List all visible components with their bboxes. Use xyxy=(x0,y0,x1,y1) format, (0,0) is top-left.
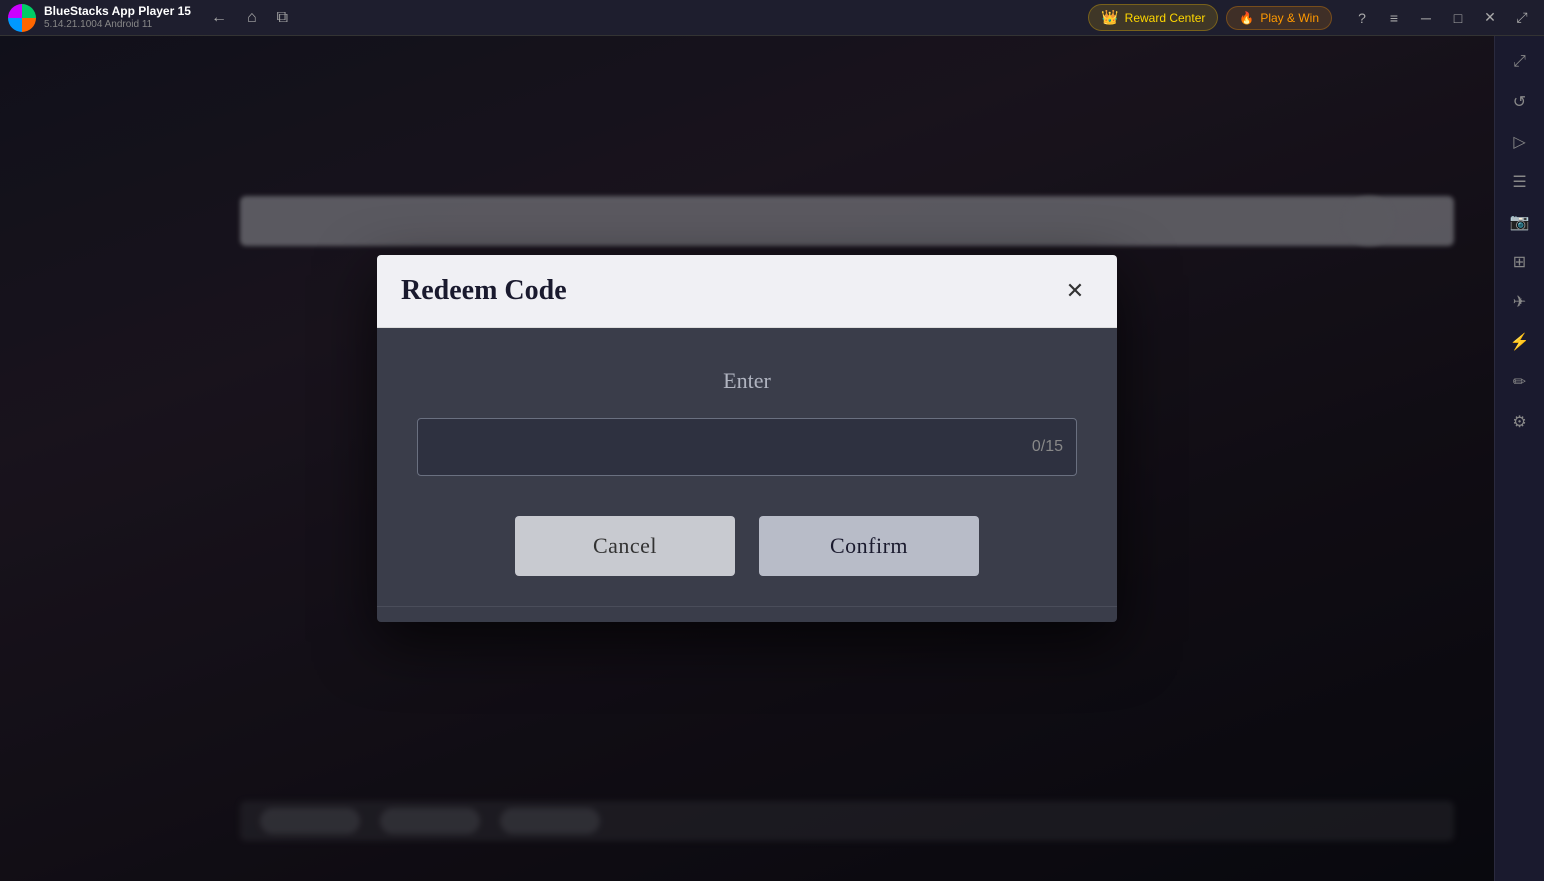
right-sidebar: ⤢ ↺ ▷ ☰ 📷 ⊞ ✈ ⚡ ✏ ⚙ xyxy=(1494,36,1544,881)
sidebar-rotate-icon[interactable]: ↺ xyxy=(1502,84,1538,120)
menu-button[interactable]: ≡ xyxy=(1380,4,1408,32)
back-icon[interactable]: ← xyxy=(207,5,231,31)
nav-buttons: ← ⌂ ⧉ xyxy=(207,5,292,31)
input-container: 0/15 xyxy=(417,418,1077,476)
modal-footer xyxy=(377,606,1117,622)
modal-body: Enter 0/15 Cancel Confirm xyxy=(377,328,1117,606)
enter-label: Enter xyxy=(417,368,1077,394)
confirm-button[interactable]: Confirm xyxy=(759,516,979,576)
modal-header: Redeem Code ✕ xyxy=(377,255,1117,328)
redeem-code-input[interactable] xyxy=(417,418,1077,476)
cancel-button[interactable]: Cancel xyxy=(515,516,735,576)
help-button[interactable]: ? xyxy=(1348,4,1376,32)
reward-center-label: Reward Center xyxy=(1125,11,1206,25)
copy-icon[interactable]: ⧉ xyxy=(273,5,292,31)
app-name: BlueStacks App Player 15 xyxy=(44,4,191,18)
minimize-button[interactable]: ─ xyxy=(1412,4,1440,32)
close-icon: ✕ xyxy=(1066,278,1084,304)
play-win-button[interactable]: 🔥 Play & Win xyxy=(1226,6,1332,30)
fire-icon: 🔥 xyxy=(1239,11,1254,25)
redeem-code-modal: Redeem Code ✕ Enter 0/15 Cancel Confirm xyxy=(377,255,1117,622)
title-bar: BlueStacks App Player 15 5.14.21.1004 An… xyxy=(0,0,1544,36)
app-info: BlueStacks App Player 15 5.14.21.1004 An… xyxy=(44,4,191,30)
sidebar-lightning-icon[interactable]: ⚡ xyxy=(1502,324,1538,360)
app-version: 5.14.21.1004 Android 11 xyxy=(44,19,191,31)
title-bar-right: 👑 Reward Center 🔥 Play & Win ? ≡ ─ □ ✕ ⤢ xyxy=(1088,4,1536,32)
main-area: Redeem Code ✕ Enter 0/15 Cancel Confirm xyxy=(0,36,1494,881)
sidebar-plane-icon[interactable]: ✈ xyxy=(1502,284,1538,320)
sidebar-grid-icon[interactable]: ⊞ xyxy=(1502,244,1538,280)
modal-overlay: Redeem Code ✕ Enter 0/15 Cancel Confirm xyxy=(0,36,1494,881)
sidebar-play-icon[interactable]: ▷ xyxy=(1502,124,1538,160)
sidebar-edit-icon[interactable]: ✏ xyxy=(1502,364,1538,400)
modal-title: Redeem Code xyxy=(401,275,567,307)
sidebar-camera-icon[interactable]: 📷 xyxy=(1502,204,1538,240)
sidebar-fullscreen-icon[interactable]: ⤢ xyxy=(1502,44,1538,80)
modal-close-button[interactable]: ✕ xyxy=(1057,273,1093,309)
maximize-button[interactable]: □ xyxy=(1444,4,1472,32)
bluestacks-logo xyxy=(8,4,36,32)
fullscreen-button[interactable]: ⤢ xyxy=(1508,4,1536,32)
window-controls: ? ≡ ─ □ ✕ ⤢ xyxy=(1348,4,1536,32)
play-win-label: Play & Win xyxy=(1260,11,1319,25)
sidebar-settings-icon[interactable]: ⚙ xyxy=(1502,404,1538,440)
home-icon[interactable]: ⌂ xyxy=(243,5,261,31)
reward-center-button[interactable]: 👑 Reward Center xyxy=(1088,4,1218,31)
close-button[interactable]: ✕ xyxy=(1476,4,1504,32)
crown-icon: 👑 xyxy=(1101,9,1118,26)
sidebar-list-icon[interactable]: ☰ xyxy=(1502,164,1538,200)
modal-buttons: Cancel Confirm xyxy=(417,516,1077,576)
